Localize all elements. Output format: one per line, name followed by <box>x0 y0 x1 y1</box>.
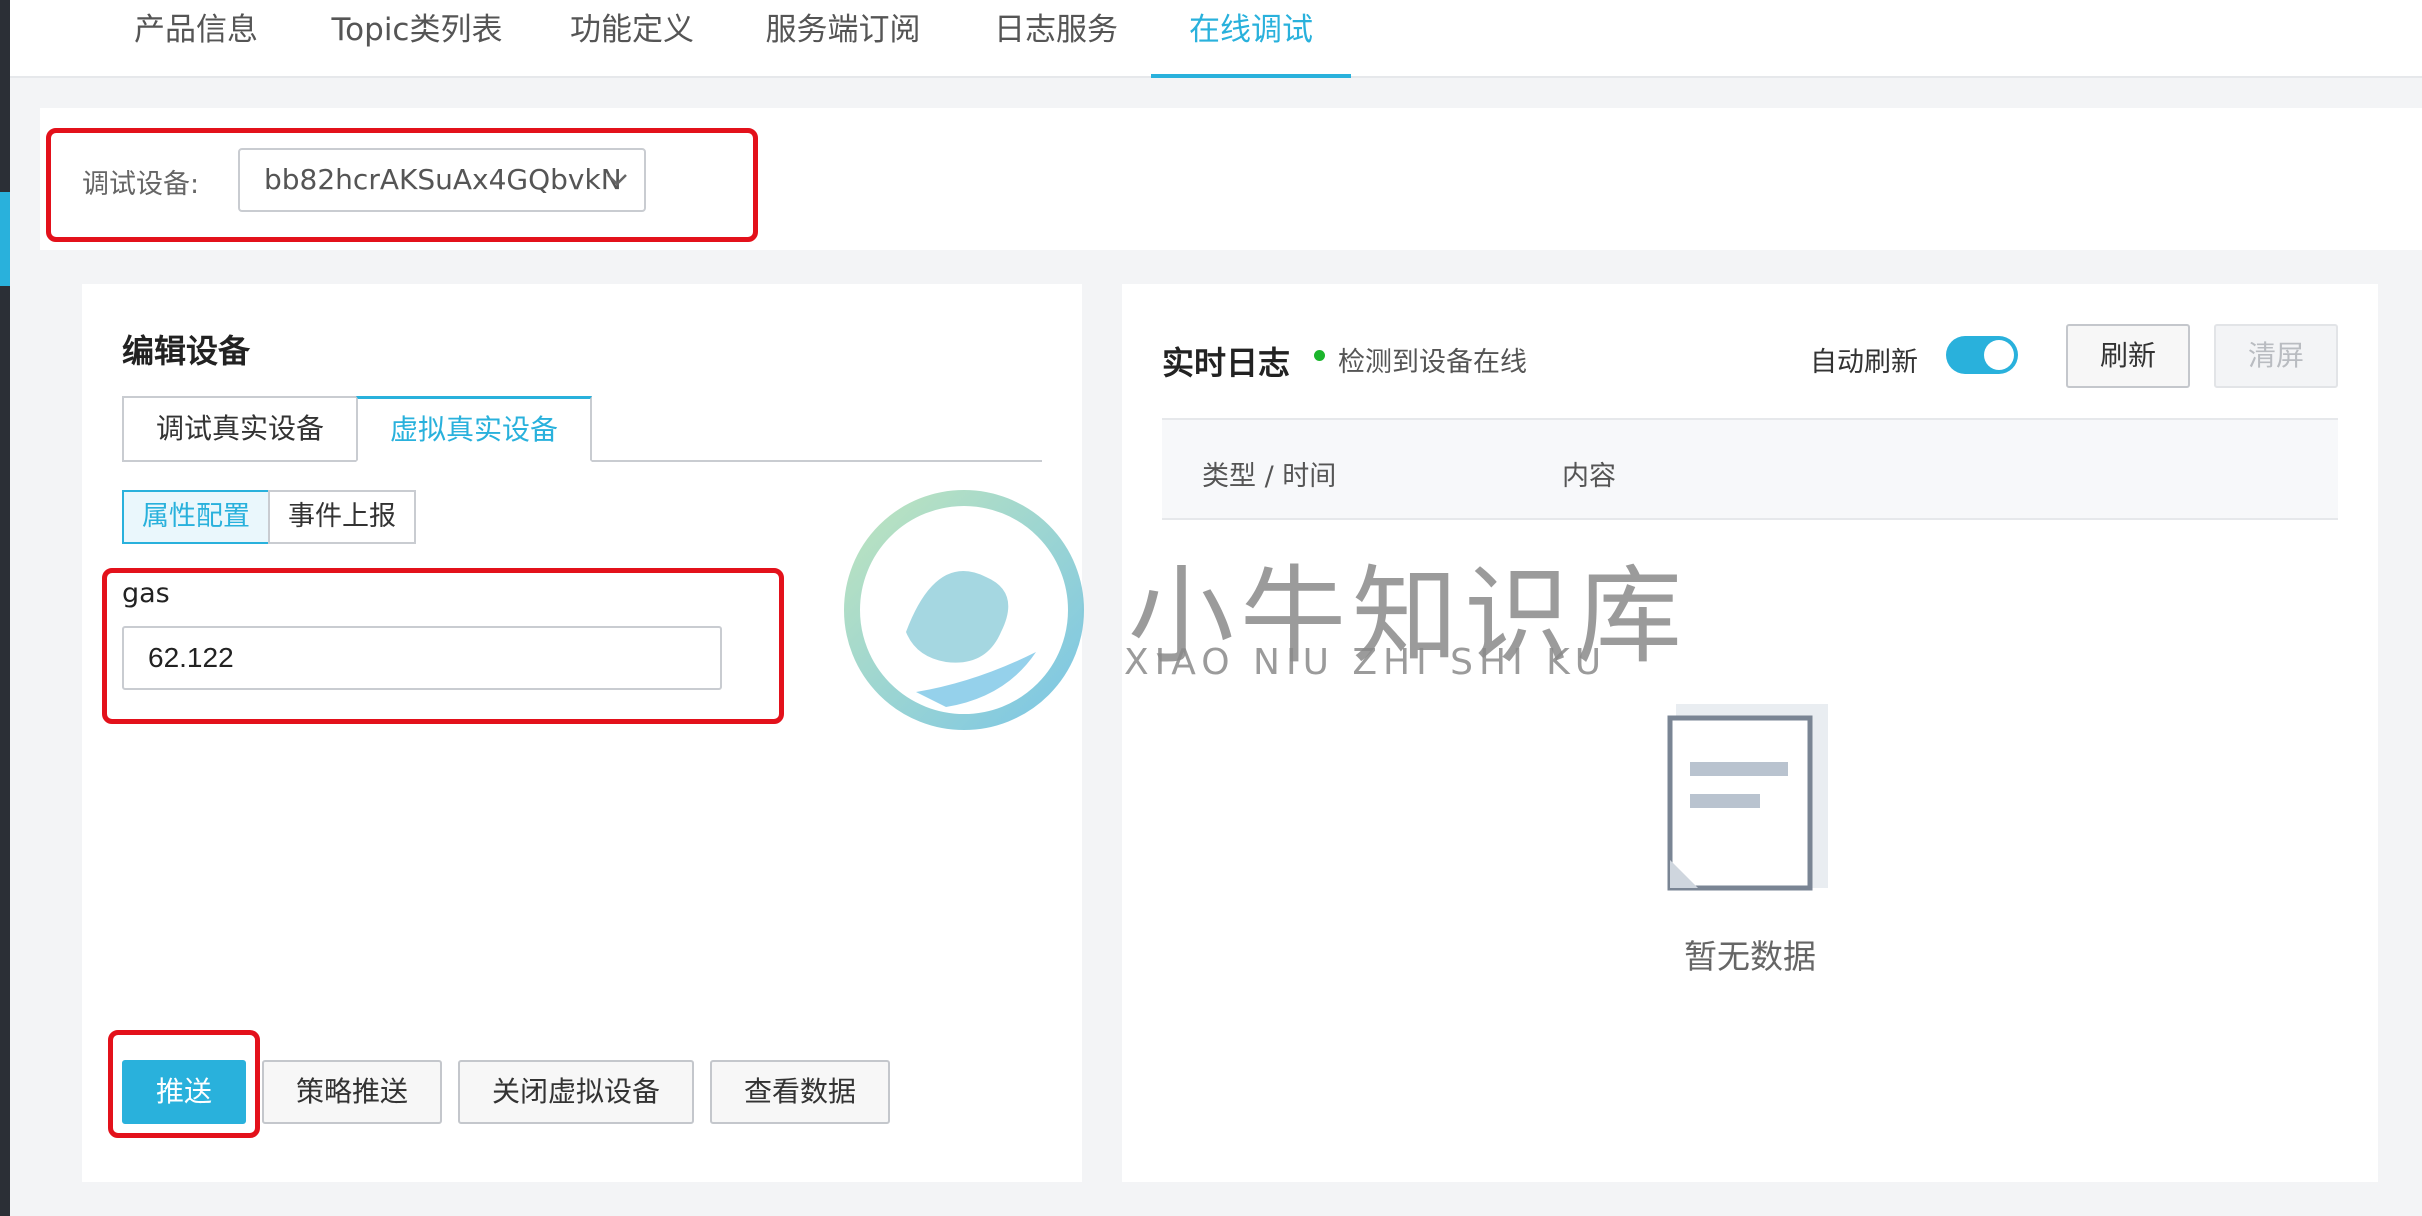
toggle-knob <box>1984 340 2014 370</box>
device-select-value: bb82hcrAKSuAx4GQbvkN <box>264 163 622 196</box>
watermark-en-text: XIAO NIU ZHI SHI KU <box>1124 642 1608 683</box>
push-button[interactable]: 推送 <box>122 1060 246 1124</box>
tab-log-service[interactable]: 日志服务 <box>986 0 1126 78</box>
online-status-text: 检测到设备在线 <box>1338 347 1527 378</box>
view-data-button[interactable]: 查看数据 <box>710 1060 890 1124</box>
clear-screen-button[interactable]: 清屏 <box>2214 324 2338 388</box>
property-value-input[interactable] <box>122 626 722 690</box>
watermark-logo <box>844 490 1084 730</box>
strategy-push-button[interactable]: 策略推送 <box>262 1060 442 1124</box>
auto-refresh-toggle[interactable] <box>1946 336 2018 374</box>
edit-device-title: 编辑设备 <box>122 332 251 370</box>
online-status-dot <box>1314 350 1325 361</box>
log-table-header <box>1162 420 2338 520</box>
realtime-log-title: 实时日志 <box>1162 344 1291 382</box>
chevron-down-icon <box>607 174 627 186</box>
auto-refresh-label: 自动刷新 <box>1810 347 1918 378</box>
column-type-time: 类型 / 时间 <box>1202 461 1337 492</box>
tab-function-definition[interactable]: 功能定义 <box>562 0 702 78</box>
tab-online-debug[interactable]: 在线调试 <box>1151 0 1351 78</box>
tab-server-subscription[interactable]: 服务端订阅 <box>756 0 930 78</box>
segment-event-report[interactable]: 事件上报 <box>268 490 416 544</box>
empty-state-text: 暂无数据 <box>1684 937 1816 976</box>
close-virtual-device-button[interactable]: 关闭虚拟设备 <box>458 1060 694 1124</box>
tab-topic-list[interactable]: Topic类列表 <box>316 0 518 78</box>
device-select[interactable]: bb82hcrAKSuAx4GQbvkN <box>238 148 646 212</box>
empty-document-icon <box>1667 704 1828 891</box>
app-sidebar-strip <box>0 0 10 1216</box>
top-tab-bar: 产品信息 Topic类列表 功能定义 服务端订阅 日志服务 在线调试 <box>10 0 2422 78</box>
tab-product-info[interactable]: 产品信息 <box>126 0 266 78</box>
device-label: 调试设备: <box>82 169 200 200</box>
property-label: gas <box>122 578 170 609</box>
segment-property-config[interactable]: 属性配置 <box>122 490 270 544</box>
tab-virtual-real-device[interactable]: 虚拟真实设备 <box>356 396 592 462</box>
refresh-button[interactable]: 刷新 <box>2066 324 2190 388</box>
sidebar-active-marker <box>0 192 10 286</box>
tab-debug-real-device[interactable]: 调试真实设备 <box>122 396 358 462</box>
column-content: 内容 <box>1562 461 1616 492</box>
